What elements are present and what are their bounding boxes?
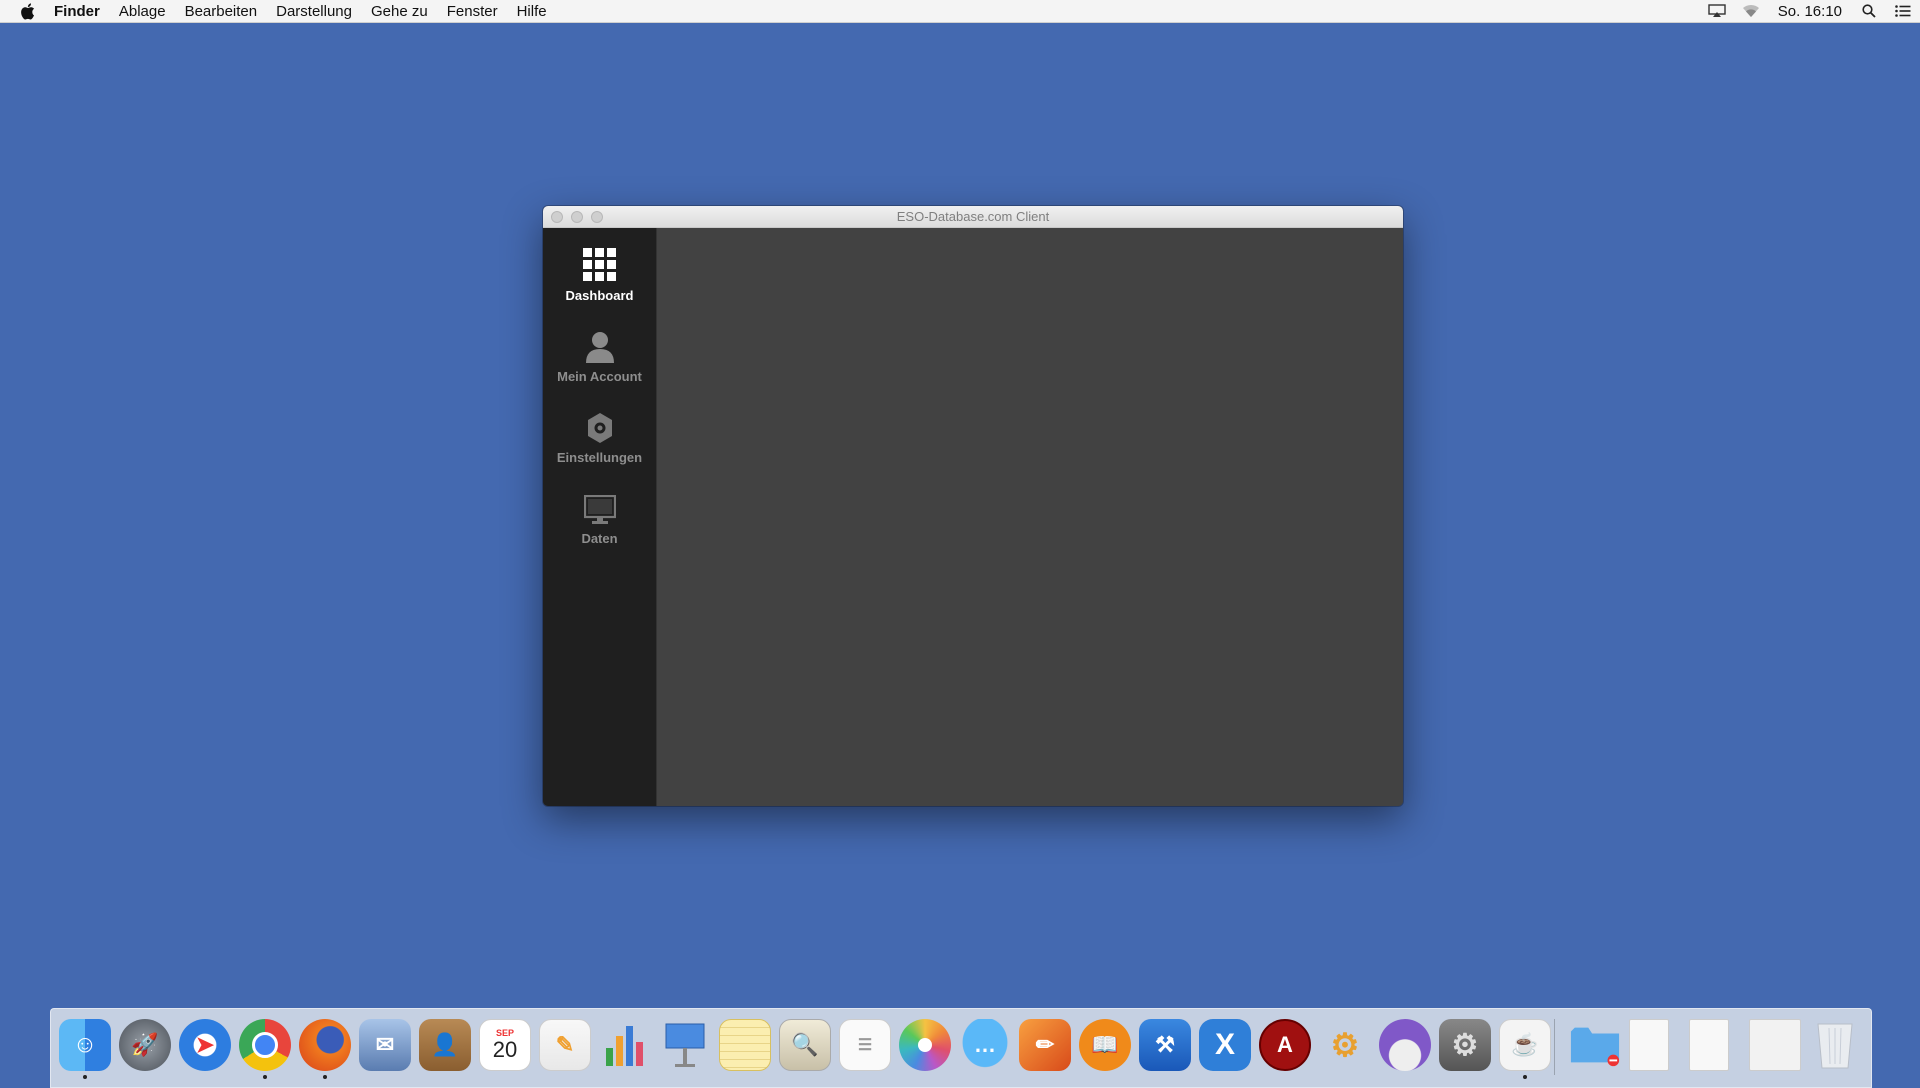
keynote-icon[interactable] <box>659 1019 711 1071</box>
menu-hilfe[interactable]: Hilfe <box>507 3 556 20</box>
chrome-document-icon[interactable] <box>1749 1019 1801 1071</box>
xampp-icon[interactable]: X <box>1199 1019 1251 1071</box>
chrome-icon[interactable] <box>239 1019 291 1071</box>
dock-separator <box>1554 1019 1555 1075</box>
spotlight-search-icon[interactable] <box>1852 0 1886 22</box>
numbers-icon[interactable] <box>599 1019 651 1071</box>
contacts-icon[interactable]: 👤 <box>419 1019 471 1071</box>
safari-icon[interactable]: ➤ <box>179 1019 231 1071</box>
menubar-clock[interactable]: So. 16:10 <box>1768 3 1852 20</box>
photos-icon[interactable] <box>899 1019 951 1071</box>
ibooks-icon[interactable]: 📖 <box>1079 1019 1131 1071</box>
menu-finder[interactable]: Finder <box>54 3 109 20</box>
window-titlebar[interactable]: ESO-Database.com Client <box>543 206 1403 228</box>
nav-daten-label: Daten <box>581 531 618 546</box>
notification-center-icon[interactable] <box>1886 0 1920 22</box>
menu-bearbeiten[interactable]: Bearbeiten <box>175 3 267 20</box>
running-indicator <box>263 1075 267 1079</box>
sidebar: Dashboard Mein Account Einstellungen Dat… <box>543 228 657 806</box>
menu-gehe-zu[interactable]: Gehe zu <box>362 3 438 20</box>
gear-icon <box>585 408 615 444</box>
menu-ablage[interactable]: Ablage <box>109 3 175 20</box>
apple-menu-icon[interactable] <box>0 2 54 20</box>
close-button[interactable] <box>551 211 563 223</box>
java-icon[interactable]: ☕ <box>1499 1019 1551 1071</box>
window-title: ESO-Database.com Client <box>896 209 1050 224</box>
menu-darstellung[interactable]: Darstellung <box>267 3 362 20</box>
document-icon[interactable] <box>1629 1019 1669 1071</box>
mail-icon[interactable]: ✉ <box>359 1019 411 1071</box>
grid-icon <box>582 246 617 282</box>
firefox-icon[interactable] <box>299 1019 351 1071</box>
user-icon <box>585 327 615 363</box>
finder-icon[interactable]: ☺ <box>59 1019 111 1071</box>
nav-dashboard[interactable]: Dashboard <box>543 246 656 303</box>
trash-icon[interactable] <box>1809 1019 1861 1071</box>
xcode-icon[interactable]: ⚒ <box>1139 1019 1191 1071</box>
running-indicator <box>83 1075 87 1079</box>
wifi-icon[interactable] <box>1734 0 1768 22</box>
nav-mein-account-label: Mein Account <box>557 369 642 384</box>
monitor-icon <box>583 489 616 525</box>
calendar-icon[interactable]: SEP 20 <box>479 1019 531 1071</box>
notes-icon[interactable] <box>719 1019 771 1071</box>
launchpad-icon[interactable]: 🚀 <box>119 1019 171 1071</box>
app-window: ESO-Database.com Client Dashboard Mein A… <box>543 206 1403 806</box>
running-indicator <box>1523 1075 1527 1079</box>
document-2-icon[interactable] <box>1689 1019 1729 1071</box>
preview-icon[interactable]: 🔍 <box>779 1019 831 1071</box>
nav-dashboard-label: Dashboard <box>565 288 634 303</box>
nav-daten[interactable]: Daten <box>543 489 656 546</box>
folder-icon[interactable] <box>1569 1019 1621 1071</box>
calendar-day: 20 <box>492 1037 518 1062</box>
adobe-icon[interactable]: A <box>1259 1019 1311 1071</box>
blender-icon[interactable]: ⚙ <box>1319 1019 1371 1071</box>
menu-fenster[interactable]: Fenster <box>437 3 507 20</box>
minimize-button[interactable] <box>571 211 583 223</box>
messages-icon[interactable]: … <box>959 1019 1011 1071</box>
sketchbook-icon[interactable]: ✏ <box>1019 1019 1071 1071</box>
system-preferences-icon[interactable]: ⚙ <box>1439 1019 1491 1071</box>
nav-mein-account[interactable]: Mein Account <box>543 327 656 384</box>
pages-icon[interactable]: ✎ <box>539 1019 591 1071</box>
menu-bar: Finder Ablage Bearbeiten Darstellung Geh… <box>0 0 1920 23</box>
nav-einstellungen-label: Einstellungen <box>556 450 643 465</box>
main-content-area <box>657 228 1403 806</box>
airplay-icon[interactable] <box>1700 0 1734 22</box>
zoom-button[interactable] <box>591 211 603 223</box>
reminders-icon[interactable]: ☰ <box>839 1019 891 1071</box>
running-indicator <box>323 1075 327 1079</box>
nav-einstellungen[interactable]: Einstellungen <box>543 408 656 465</box>
instruments-icon[interactable] <box>1379 1019 1431 1071</box>
dock: ☺ 🚀 ➤ ✉ 👤 SEP 20 ✎ 🔍 ☰ … ✏ 📖 ⚒ X A ⚙ ⚙ ☕ <box>50 1008 1872 1088</box>
